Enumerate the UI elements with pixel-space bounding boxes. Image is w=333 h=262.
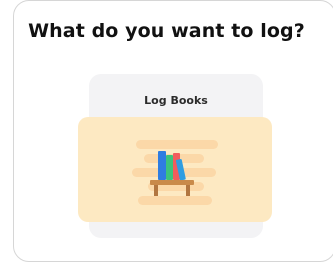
page-title: What do you want to log?	[28, 20, 305, 42]
bookshelf-icon	[132, 140, 218, 205]
log-books-illustration[interactable]	[78, 117, 272, 222]
option-label: Log Books	[144, 94, 208, 107]
